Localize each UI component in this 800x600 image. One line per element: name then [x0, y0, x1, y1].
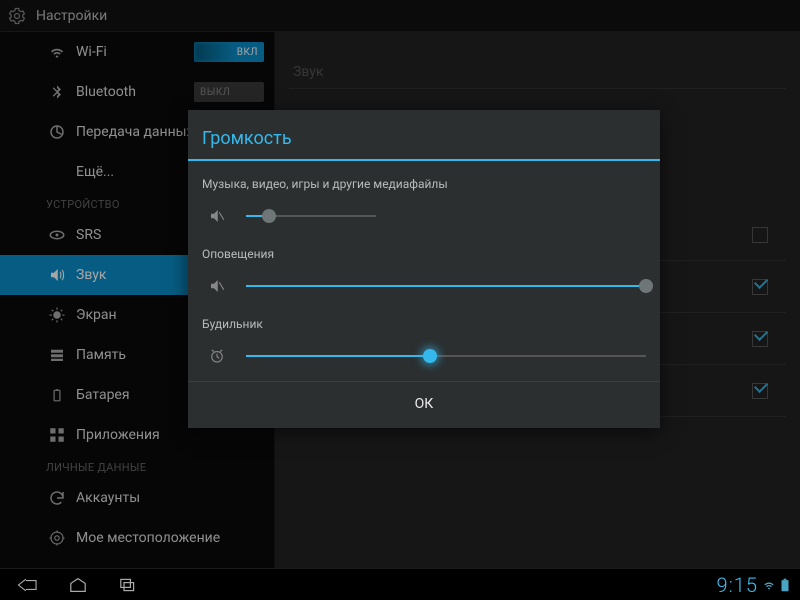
back-button[interactable] — [10, 573, 46, 597]
status-clock[interactable]: 9:15 — [717, 573, 758, 597]
dialog-title: Громкость — [188, 110, 660, 159]
recent-apps-button[interactable] — [110, 573, 146, 597]
volume-dialog: Громкость Музыка, видео, игры и другие м… — [188, 110, 660, 428]
notification-volume-slider[interactable] — [246, 276, 646, 296]
media-volume-slider[interactable] — [246, 206, 376, 226]
alarm-icon — [206, 345, 228, 367]
alarm-volume-label: Будильник — [202, 317, 646, 331]
alarm-volume-slider[interactable] — [246, 346, 646, 366]
wifi-status-icon — [762, 578, 776, 592]
media-mute-icon — [206, 205, 228, 227]
battery-status-icon — [780, 578, 790, 592]
home-button[interactable] — [60, 573, 96, 597]
notification-mute-icon — [206, 275, 228, 297]
notification-volume-label: Оповещения — [202, 247, 646, 261]
system-nav-bar: 9:15 — [0, 568, 800, 600]
media-volume-label: Музыка, видео, игры и другие медиафайлы — [202, 177, 646, 191]
dialog-ok-button[interactable]: ОК — [188, 381, 660, 428]
dialog-divider — [188, 159, 660, 161]
